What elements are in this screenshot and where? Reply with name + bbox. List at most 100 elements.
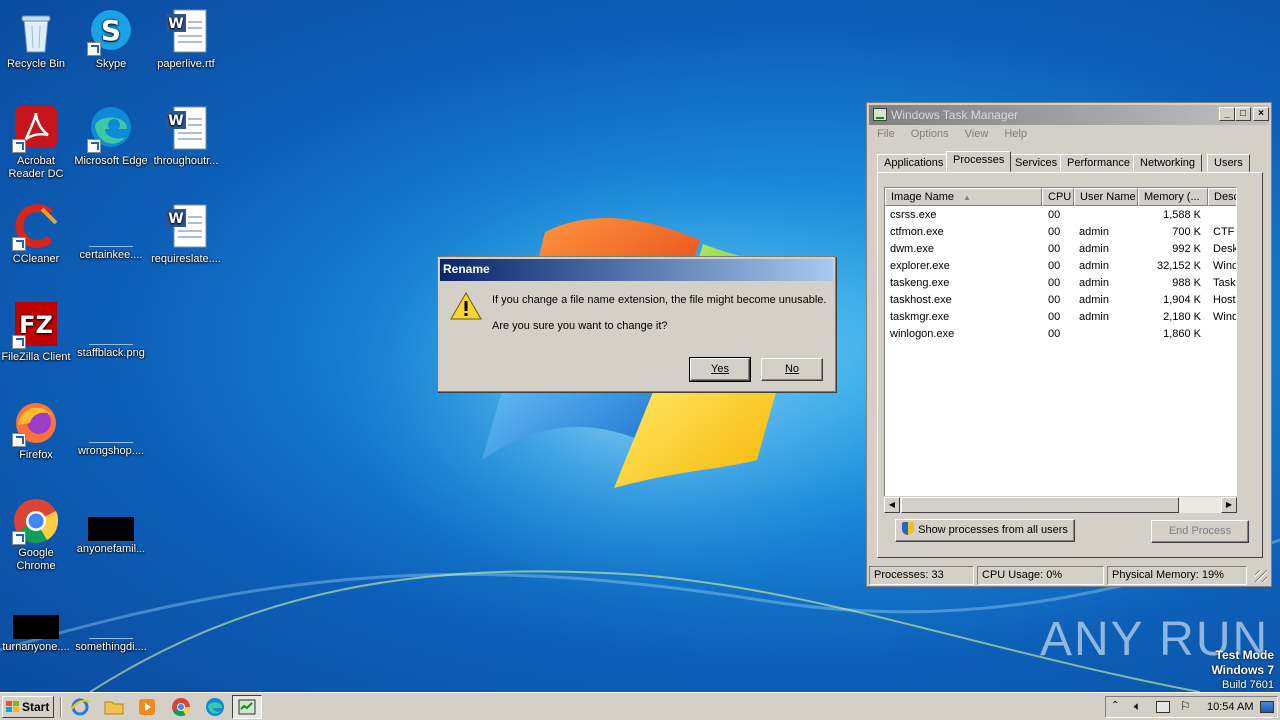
desktop-icon-filezilla[interactable]: FZ FileZilla Client	[0, 301, 74, 364]
resize-grip-icon[interactable]	[1255, 570, 1267, 582]
tab-applications[interactable]: Applications	[877, 154, 951, 172]
desktop-icon-label: CCleaner	[12, 253, 60, 265]
scroll-thumb[interactable]	[901, 497, 1179, 513]
table-row[interactable]: taskeng.exe 00 admin 988 K Task	[885, 275, 1236, 292]
maximize-button[interactable]: □	[1235, 107, 1251, 121]
desktop-icon-wrongshop[interactable]: wrongshop....	[73, 399, 149, 458]
close-button[interactable]: ×	[1253, 107, 1269, 121]
menu-view[interactable]: View	[965, 128, 989, 140]
process-name: taskmgr.exe	[890, 311, 950, 323]
process-cpu: 00	[1048, 243, 1061, 255]
clock[interactable]: 10:54 AM	[1207, 697, 1253, 717]
tab-services[interactable]: Services	[1008, 154, 1065, 172]
process-user: admin	[1079, 311, 1109, 323]
table-row[interactable]: taskmgr.exe 00 admin 2,180 K Wind	[885, 309, 1236, 326]
process-name: dwm.exe	[890, 243, 935, 255]
desktop-icon-label: anyonefamil...	[76, 543, 146, 555]
menu-file[interactable]: File	[877, 128, 895, 140]
tab-networking[interactable]: Networking	[1133, 154, 1203, 172]
column-user-name[interactable]: User Name	[1074, 188, 1138, 206]
svg-text:W: W	[168, 113, 183, 129]
edge-icon[interactable]	[205, 697, 225, 717]
process-list-header: Image Name ▲ CPU User Name Memory (... D…	[885, 188, 1236, 206]
desktop-icon-label: wrongshop....	[77, 445, 145, 457]
desktop-icon-somethingdi[interactable]: somethingdi....	[73, 595, 149, 654]
desktop-icon-firefox[interactable]: Firefox	[0, 399, 74, 462]
desktop-icon-skype[interactable]: S Skype	[73, 8, 149, 71]
skype-icon: S	[87, 8, 135, 56]
yes-button[interactable]: Yes	[689, 357, 751, 382]
desktop-icon-certainkee[interactable]: certainkee....	[73, 203, 149, 262]
column-description[interactable]: Desc	[1208, 188, 1236, 206]
show-processes-from-all-users-button[interactable]: Show processes from all users	[895, 519, 1075, 542]
desktop-icon-chrome[interactable]: Google Chrome	[0, 497, 74, 573]
desktop-icon-anyonefamil[interactable]: anyonefamil...	[73, 497, 149, 556]
network-icon[interactable]	[1156, 701, 1170, 713]
process-name: taskhost.exe	[890, 294, 952, 306]
sort-arrow-icon: ▲	[963, 193, 971, 202]
desktop-icon-recycle-bin[interactable]: Recycle Bin	[0, 8, 74, 71]
desktop-icon-acrobat[interactable]: Acrobat Reader DC	[0, 105, 74, 181]
explorer-folder-icon[interactable]	[104, 697, 124, 717]
task-manager-titlebar[interactable]: Windows Task Manager	[869, 105, 1269, 125]
no-button-label: No	[784, 363, 800, 375]
column-image-name[interactable]: Image Name ▲	[885, 188, 1042, 206]
menu-help[interactable]: Help	[1004, 128, 1027, 140]
process-description: Desk	[1213, 243, 1237, 255]
table-row[interactable]: explorer.exe 00 admin 32,152 K Wind	[885, 258, 1236, 275]
desktop-icon-paperlive[interactable]: W paperlive.rtf	[148, 8, 224, 71]
menu-bar: File Options View Help	[871, 128, 1037, 140]
action-center-flag-icon[interactable]: ⚐	[1180, 699, 1191, 713]
process-name: explorer.exe	[890, 260, 950, 272]
show-hidden-icons-icon[interactable]: ⌃	[1111, 700, 1119, 711]
desktop-icon-ccleaner[interactable]: CCleaner	[0, 203, 74, 266]
ccleaner-icon	[12, 203, 60, 251]
task-manager-window: Windows Task Manager _ □ × File Options Vi…	[866, 102, 1272, 587]
minimize-button[interactable]: _	[1219, 107, 1235, 121]
shortcut-arrow-icon	[12, 237, 26, 251]
process-cpu: 00	[1048, 260, 1061, 272]
table-row[interactable]: dwm.exe 00 admin 992 K Desk	[885, 241, 1237, 258]
scroll-right-icon[interactable]: ▶	[1221, 497, 1237, 513]
taskbar: Start ⌃ 🔈︎ ⚐ 10:54 AM	[0, 692, 1280, 720]
desktop-icon-requireslate[interactable]: W requireslate....	[148, 203, 224, 266]
svg-text:S: S	[101, 14, 121, 47]
media-player-icon[interactable]	[137, 697, 157, 717]
desktop-icon-throughoutr[interactable]: W throughoutr...	[148, 105, 224, 168]
process-cpu: 00	[1048, 294, 1061, 306]
end-process-button[interactable]: End Process	[1151, 520, 1249, 543]
no-button[interactable]: No	[761, 358, 823, 381]
table-row[interactable]: winlogon.exe 00 1,860 K	[885, 326, 1236, 343]
process-cpu: 00	[1048, 226, 1061, 238]
task-manager-taskbar-button[interactable]	[232, 695, 262, 719]
start-button[interactable]: Start	[2, 696, 54, 718]
chrome-icon[interactable]	[171, 697, 191, 717]
desktop-icon-label: turnanyone....	[2, 641, 70, 653]
column-memory[interactable]: Memory (...	[1138, 188, 1208, 206]
desktop-icon-turnanyone[interactable]: turnanyone....	[0, 595, 74, 654]
tab-processes[interactable]: Processes	[946, 151, 1012, 172]
test-mode-label: Test Mode	[1215, 648, 1274, 662]
desktop-icon-staffblack[interactable]: staffblack.png	[73, 301, 149, 360]
internet-explorer-icon[interactable]	[70, 697, 90, 717]
process-list[interactable]: Image Name ▲ CPU User Name Memory (... D…	[884, 187, 1237, 513]
table-row[interactable]: csrss.exe 00 1,588 K	[885, 207, 1236, 224]
column-cpu[interactable]: CPU	[1042, 188, 1074, 206]
horizontal-scrollbar[interactable]: ◀ ▶	[884, 496, 1237, 513]
tab-performance[interactable]: Performance	[1060, 154, 1137, 172]
blank-file-icon	[89, 617, 133, 639]
menu-options[interactable]: Options	[911, 128, 949, 140]
warning-icon	[450, 291, 482, 324]
tab-users[interactable]: Users	[1207, 154, 1250, 172]
window-title: Windows Task Manager	[891, 108, 1019, 122]
volume-icon[interactable]: 🔈︎	[1134, 699, 1141, 714]
shortcut-arrow-icon	[12, 531, 26, 545]
process-cpu: 00	[1048, 311, 1061, 323]
shortcut-arrow-icon	[87, 139, 101, 153]
table-row[interactable]: taskhost.exe 00 admin 1,904 K Host	[885, 292, 1236, 309]
table-row[interactable]: ctfmon.exe 00 admin 700 K CTF I	[885, 224, 1236, 241]
scroll-left-icon[interactable]: ◀	[884, 497, 900, 513]
process-memory: 2,180 K	[1163, 311, 1201, 323]
show-desktop-icon[interactable]	[1260, 701, 1274, 713]
desktop-icon-edge[interactable]: Microsoft Edge	[73, 105, 149, 168]
